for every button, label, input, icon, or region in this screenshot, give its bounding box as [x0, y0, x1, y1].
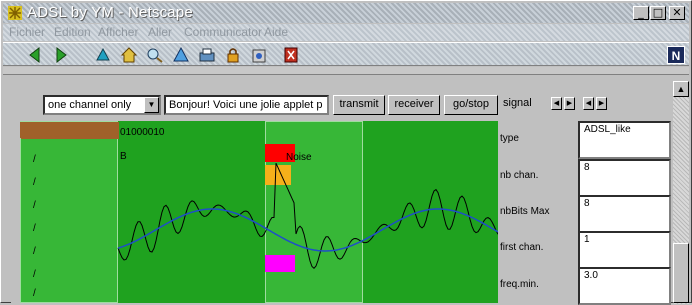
stop-icon[interactable] — [281, 46, 301, 64]
search-icon[interactable] — [145, 46, 165, 64]
param-field-nb-chan[interactable]: 8 — [578, 159, 671, 197]
param-field-freq-min[interactable]: 3.0 — [578, 267, 671, 305]
param-label-nbbits-max: nbBits Max — [500, 206, 550, 217]
close-button[interactable]: ✕ — [669, 6, 685, 20]
back-icon[interactable] — [25, 46, 45, 64]
bit-string: 01000010 — [120, 127, 165, 138]
transmit-button[interactable]: transmit — [333, 95, 385, 115]
reload-icon[interactable] — [93, 46, 113, 64]
window-title: ADSL by YM - Netscape — [27, 4, 193, 21]
go-stop-button[interactable]: go/stop — [444, 95, 498, 115]
signal-label: signal — [503, 97, 532, 109]
char-label: B — [120, 151, 127, 162]
noise-left-arrow-icon[interactable]: ◀ — [583, 97, 594, 110]
vertical-scrollbar[interactable]: ▲ — [673, 81, 689, 304]
menu-communicator[interactable]: Communicator — [184, 25, 262, 39]
adsl-applet-canvas[interactable]: 0100/0010 / / / / / / / 01000010 B Noise — [20, 121, 498, 303]
param-label-type: type — [500, 133, 519, 144]
app-icon — [8, 6, 22, 20]
netscape-window: ADSL by YM - Netscape _ □ ✕ Fichier Edit… — [0, 0, 692, 305]
channel-mode-select[interactable]: one channel only ▼ — [43, 95, 161, 115]
menu-bar: Fichier Edition Afficher Aller Communica… — [3, 24, 689, 41]
netscape-logo: N — [667, 46, 685, 64]
menu-aller[interactable]: Aller — [148, 25, 172, 39]
param-label-freq-min: freq.min. — [500, 279, 539, 290]
security-icon[interactable] — [223, 46, 243, 64]
signal-left-arrow-icon[interactable]: ◀ — [551, 97, 562, 110]
minimize-button[interactable]: _ — [633, 6, 649, 20]
menu-afficher[interactable]: Afficher — [98, 25, 138, 39]
receiver-button[interactable]: receiver — [388, 95, 440, 115]
received-signal-line — [117, 162, 498, 270]
print-icon[interactable] — [197, 46, 217, 64]
noise-right-arrow-icon[interactable]: ▶ — [596, 97, 607, 110]
param-label-first-chan: first chan. — [500, 242, 544, 253]
magenta-noise-block — [265, 255, 295, 272]
chevron-down-icon[interactable]: ▼ — [144, 97, 159, 113]
page-content: one channel only ▼ Bonjour! Voici une jo… — [11, 81, 671, 305]
menu-fichier[interactable]: Fichier — [9, 25, 45, 39]
signal-right-arrow-icon[interactable]: ▶ — [564, 97, 575, 110]
navigation-toolbar: N — [3, 42, 689, 66]
channel-mode-value: one channel only — [48, 99, 132, 111]
shop-icon[interactable] — [249, 46, 269, 64]
scroll-thumb[interactable] — [673, 243, 689, 303]
signal-plot — [20, 122, 498, 272]
message-input[interactable]: Bonjour! Voici une jolie applet p — [164, 95, 329, 115]
menu-edition[interactable]: Edition — [54, 25, 91, 39]
scroll-up-icon[interactable]: ▲ — [673, 81, 689, 97]
forward-icon[interactable] — [51, 46, 71, 64]
maximize-button[interactable]: □ — [650, 6, 666, 20]
parameter-panel: type ADSL_like nb chan. 8 nbBits Max 8 f… — [500, 121, 671, 305]
param-label-nb-chan: nb chan. — [500, 170, 539, 181]
personal-toolbar-tabs[interactable] — [3, 67, 689, 75]
param-field-nbbits-max[interactable]: 8 — [578, 195, 671, 233]
home-icon[interactable] — [119, 46, 139, 64]
channel-header-wedge — [20, 122, 118, 138]
noise-label: Noise — [286, 152, 312, 163]
menu-aide[interactable]: Aide — [264, 25, 288, 39]
netscape-guide-icon[interactable] — [171, 46, 191, 64]
param-field-type[interactable]: ADSL_like — [578, 121, 671, 159]
title-bar[interactable]: ADSL by YM - Netscape _ □ ✕ — [3, 3, 689, 23]
param-field-first-chan[interactable]: 1 — [578, 231, 671, 269]
